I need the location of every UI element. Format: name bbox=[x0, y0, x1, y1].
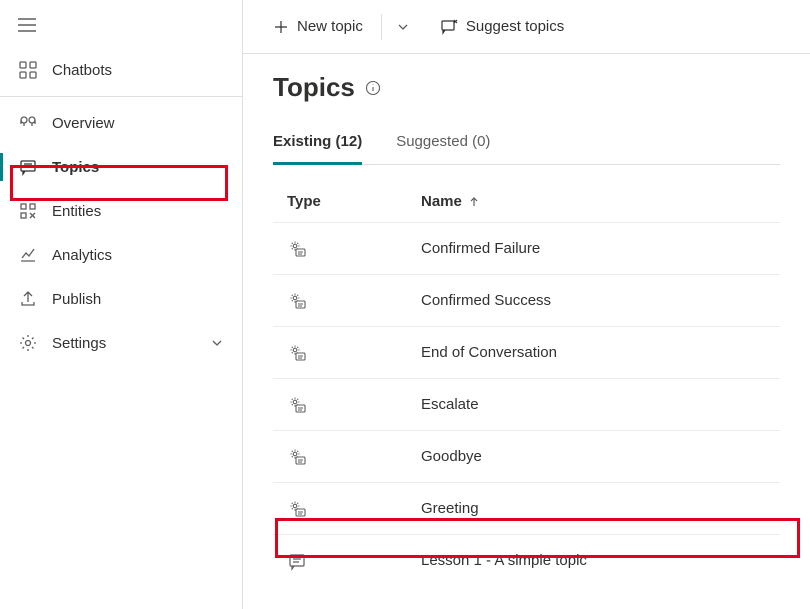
table-row[interactable]: Greeting bbox=[273, 482, 780, 534]
table-row[interactable]: Lesson 1 - A simple topic bbox=[273, 534, 780, 586]
chevron-down-icon bbox=[396, 20, 410, 34]
sidebar-item-entities[interactable]: Entities bbox=[0, 189, 242, 233]
suggest-topics-label: Suggest topics bbox=[466, 18, 564, 35]
publish-icon bbox=[18, 289, 38, 309]
topic-name: End of Conversation bbox=[421, 344, 772, 361]
main-content: New topic Suggest topics Topics Existing… bbox=[243, 0, 810, 609]
sidebar-item-analytics[interactable]: Analytics bbox=[0, 233, 242, 277]
column-header-name[interactable]: Name bbox=[421, 193, 772, 210]
chatbots-icon bbox=[18, 60, 38, 80]
topic-name: Escalate bbox=[421, 396, 772, 413]
system-topic-icon bbox=[281, 343, 421, 363]
separator bbox=[381, 14, 382, 40]
sidebar-item-topics[interactable]: Topics bbox=[0, 145, 242, 189]
tab-suggested[interactable]: Suggested (0) bbox=[396, 133, 490, 164]
topic-name: Greeting bbox=[421, 500, 772, 517]
topics-icon bbox=[18, 157, 38, 177]
overview-icon bbox=[18, 113, 38, 133]
column-header-name-label: Name bbox=[421, 193, 462, 210]
chevron-down-icon bbox=[210, 336, 224, 350]
table-row[interactable]: Goodbye bbox=[273, 430, 780, 482]
table-row[interactable]: Confirmed Failure bbox=[273, 222, 780, 274]
suggest-icon bbox=[440, 18, 458, 36]
table-header-row: Type Name bbox=[273, 183, 780, 222]
sidebar-item-label: Chatbots bbox=[52, 62, 112, 79]
table-row[interactable]: End of Conversation bbox=[273, 326, 780, 378]
command-bar: New topic Suggest topics bbox=[243, 0, 810, 54]
system-topic-icon bbox=[281, 447, 421, 467]
system-topic-icon bbox=[281, 395, 421, 415]
sidebar-item-label: Publish bbox=[52, 291, 101, 308]
hamburger-menu-button[interactable] bbox=[0, 6, 242, 44]
table-row[interactable]: Escalate bbox=[273, 378, 780, 430]
topic-name: Lesson 1 - A simple topic bbox=[421, 552, 772, 569]
sidebar-item-overview[interactable]: Overview bbox=[0, 101, 242, 145]
settings-icon bbox=[18, 333, 38, 353]
sidebar-item-label: Settings bbox=[52, 335, 106, 352]
suggest-topics-button[interactable]: Suggest topics bbox=[430, 10, 574, 44]
system-topic-icon bbox=[281, 499, 421, 519]
topic-name: Confirmed Success bbox=[421, 292, 772, 309]
sidebar-item-settings[interactable]: Settings bbox=[0, 321, 242, 365]
topic-name: Goodbye bbox=[421, 448, 772, 465]
sort-ascending-icon bbox=[468, 196, 480, 208]
new-topic-dropdown-button[interactable] bbox=[390, 12, 416, 42]
sidebar-item-label: Entities bbox=[52, 203, 101, 220]
system-topic-icon bbox=[281, 239, 421, 259]
tab-existing[interactable]: Existing (12) bbox=[273, 133, 362, 165]
sidebar: Chatbots Overview Topics Entities bbox=[0, 0, 243, 609]
tabs: Existing (12) Suggested (0) bbox=[273, 133, 780, 165]
sidebar-item-label: Topics bbox=[52, 159, 99, 176]
table-row[interactable]: Confirmed Success bbox=[273, 274, 780, 326]
topics-table: Type Name Confirmed Failure Confirmed Suc… bbox=[273, 183, 780, 586]
topic-name: Confirmed Failure bbox=[421, 240, 772, 257]
hamburger-icon bbox=[18, 18, 36, 32]
page-title: Topics bbox=[273, 72, 355, 103]
entities-icon bbox=[18, 201, 38, 221]
column-header-type[interactable]: Type bbox=[281, 193, 421, 210]
sidebar-item-publish[interactable]: Publish bbox=[0, 277, 242, 321]
new-topic-button[interactable]: New topic bbox=[263, 10, 373, 43]
info-icon[interactable] bbox=[365, 80, 381, 96]
sidebar-item-label: Analytics bbox=[52, 247, 112, 264]
plus-icon bbox=[273, 19, 289, 35]
sidebar-item-chatbots[interactable]: Chatbots bbox=[0, 48, 242, 92]
sidebar-item-label: Overview bbox=[52, 115, 115, 132]
analytics-icon bbox=[18, 245, 38, 265]
user-topic-icon bbox=[281, 551, 421, 571]
system-topic-icon bbox=[281, 291, 421, 311]
new-topic-label: New topic bbox=[297, 18, 363, 35]
